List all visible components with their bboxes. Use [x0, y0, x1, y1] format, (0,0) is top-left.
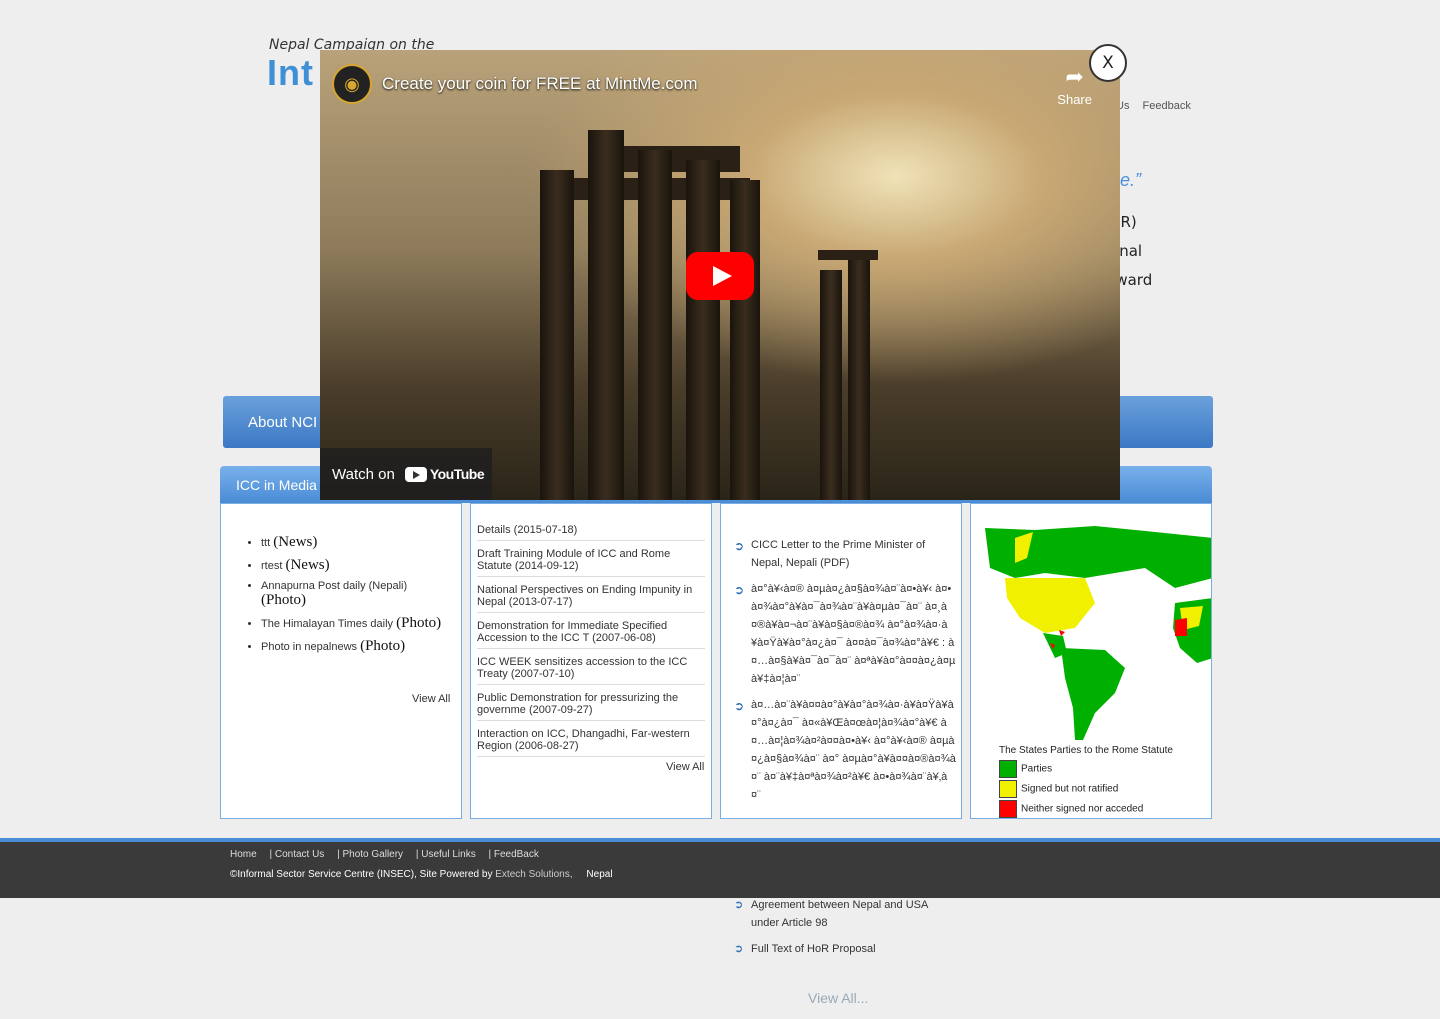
map-panel: The States Parties to the Rome Statute P…: [970, 503, 1212, 819]
channel-avatar-icon[interactable]: ◉: [332, 64, 372, 104]
media-view-all-link[interactable]: View All: [412, 693, 450, 705]
legend-entry: Signed but not ratified: [999, 780, 1118, 798]
arrow-icon: ➲: [734, 699, 745, 713]
temple-beam: [818, 250, 878, 260]
documents-view-all-link[interactable]: View All...: [808, 990, 868, 1006]
close-button[interactable]: X: [1089, 44, 1127, 82]
copyright: ©Informal Sector Service Centre (INSEC),…: [230, 869, 613, 880]
pillar: [638, 150, 672, 500]
share-icon: ➦: [1065, 64, 1084, 89]
share-button[interactable]: ➦ Share: [1057, 64, 1092, 107]
document-item[interactable]: ➲ Full Text of HoR Proposal: [734, 940, 956, 958]
pillar: [848, 250, 870, 500]
list-item[interactable]: Photo in nepalnews (Photo): [261, 638, 451, 655]
powered-by-link[interactable]: Extech Solutions,: [495, 869, 572, 880]
legend-swatch: [999, 780, 1017, 798]
pillar: [588, 130, 624, 500]
events-list: Details (2015-07-18) Draft Training Modu…: [477, 522, 705, 762]
document-item[interactable]: ➲ à¤…à¤¨à¥à¤¤à¤°à¥à¤°à¤¾à¤·à¥à¤Ÿà¥à¤°à¤¿à…: [734, 696, 956, 804]
legend-swatch: [999, 800, 1017, 818]
legend-entry: Parties: [999, 760, 1052, 778]
legend-entry: Neither signed nor acceded: [999, 800, 1143, 818]
events-panel: Details (2015-07-18) Draft Training Modu…: [470, 503, 712, 819]
footer-location: Nepal: [586, 869, 613, 880]
world-map: [975, 518, 1211, 744]
legend-swatch: [999, 760, 1017, 778]
document-item[interactable]: ➲ CICC Letter to the Prime Minister of Ne…: [734, 536, 956, 572]
pillar: [820, 270, 842, 500]
document-item[interactable]: ➲ Agreement between Nepal and USA under …: [734, 896, 956, 932]
event-item[interactable]: ICC WEEK sensitizes accession to the ICC…: [477, 654, 705, 685]
footer-link-contact[interactable]: | Contact Us: [269, 849, 324, 860]
event-item[interactable]: Interaction on ICC, Dhangadhi, Far-weste…: [477, 726, 705, 757]
pillar: [686, 160, 720, 500]
footer-link-useful[interactable]: | Useful Links: [416, 849, 476, 860]
top-link-feedback[interactable]: Feedback: [1143, 100, 1191, 112]
footer-link-gallery[interactable]: | Photo Gallery: [337, 849, 403, 860]
document-item[interactable]: ➲ à¤°à¥‹à¤® à¤µà¤¿à¤§à¤¾à¤¨à¤•à¥‹ à¤•à¤¾à…: [734, 580, 956, 688]
logo[interactable]: Int: [267, 52, 314, 94]
event-item[interactable]: Draft Training Module of ICC and Rome St…: [477, 546, 705, 577]
arrow-icon: ➲: [734, 899, 744, 911]
event-item[interactable]: Details (2015-07-18): [477, 522, 705, 541]
video-title-row: ◉ Create your coin for FREE at MintMe.co…: [332, 64, 698, 104]
arrow-icon: ➲: [734, 943, 744, 955]
footer: Home | Contact Us | Photo Gallery | Usef…: [0, 842, 1440, 898]
play-button[interactable]: [686, 252, 754, 300]
arrow-icon: ➲: [734, 539, 745, 553]
list-item[interactable]: rtest (News): [261, 557, 451, 574]
pillar: [540, 170, 574, 500]
documents-list: ➲ CICC Letter to the Prime Minister of Ne…: [734, 536, 956, 812]
list-item[interactable]: Annapurna Post daily (Nepali) (Photo): [261, 580, 451, 609]
event-item[interactable]: Demonstration for Immediate Specified Ac…: [477, 618, 705, 649]
arrow-icon: ➲: [734, 583, 745, 597]
footer-links: Home | Contact Us | Photo Gallery | Usef…: [230, 849, 549, 860]
events-view-all-link[interactable]: View All: [666, 761, 704, 773]
event-item[interactable]: National Perspectives on Ending Impunity…: [477, 582, 705, 613]
panel-title: ICC in Media: [236, 477, 317, 493]
pillar: [730, 180, 760, 500]
map-legend-title: The States Parties to the Rome Statute: [999, 745, 1173, 756]
footer-link-feedback[interactable]: | FeedBack: [488, 849, 538, 860]
event-item[interactable]: Public Demonstration for pressurizing th…: [477, 690, 705, 721]
media-list: ttt (News) rtest (News) Annapurna Post d…: [261, 534, 451, 661]
list-item[interactable]: The Himalayan Times daily (Photo): [261, 615, 451, 632]
nav-item-about[interactable]: About NCI: [248, 414, 317, 431]
video-player[interactable]: ◉ Create your coin for FREE at MintMe.co…: [320, 50, 1120, 500]
watch-on-youtube-button[interactable]: Watch on YouTube: [320, 448, 492, 500]
media-panel: ttt (News) rtest (News) Annapurna Post d…: [220, 503, 462, 819]
video-title[interactable]: Create your coin for FREE at MintMe.com: [382, 74, 698, 94]
list-item[interactable]: ttt (News): [261, 534, 451, 551]
footer-link-home[interactable]: Home: [230, 849, 257, 860]
youtube-logo: YouTube: [404, 466, 485, 482]
